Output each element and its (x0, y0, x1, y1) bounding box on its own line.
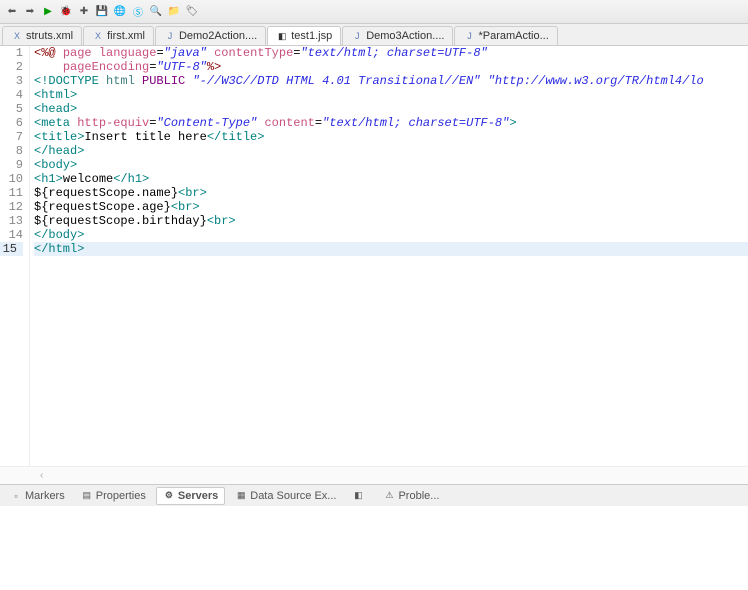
folder-icon[interactable]: 📁 (166, 4, 182, 20)
line-number: 3 (0, 74, 23, 88)
code-line[interactable]: pageEncoding="UTF-8"%> (34, 60, 748, 74)
panel-icon: ▫ (10, 490, 22, 502)
line-number: 11 (0, 186, 23, 200)
file-icon: ◧ (276, 30, 288, 42)
tab-label: *ParamActio... (478, 30, 548, 42)
panel-label: Servers (178, 490, 218, 502)
code-line[interactable]: </body> (34, 228, 748, 242)
editor-tab-1[interactable]: Xfirst.xml (83, 26, 154, 45)
code-line[interactable]: <title>Insert title here</title> (34, 130, 748, 144)
bottom-tab-2[interactable]: ⚙Servers (156, 487, 225, 505)
line-number: 14 (0, 228, 23, 242)
new-icon[interactable]: ✚ (76, 4, 92, 20)
panel-icon: ◧ (352, 490, 364, 502)
code-line[interactable]: ${requestScope.birthday}<br> (34, 214, 748, 228)
file-icon: J (164, 30, 176, 42)
bottom-tab-4[interactable]: ◧ (346, 488, 373, 504)
bottom-panel-tabs: ▫Markers▤Properties⚙Servers▦Data Source … (0, 484, 748, 506)
line-number: 1 (0, 46, 23, 60)
skype-icon[interactable]: Ⓢ (130, 4, 146, 20)
scroll-left-icon[interactable]: ‹ (40, 470, 43, 481)
line-number: 12 (0, 200, 23, 214)
panel-label: Markers (25, 490, 65, 502)
panel-label: Proble... (398, 490, 439, 502)
panel-icon: ⚙ (163, 490, 175, 502)
panel-icon: ▦ (235, 490, 247, 502)
editor-tab-2[interactable]: JDemo2Action.... (155, 26, 266, 45)
bottom-tab-5[interactable]: ⚠Proble... (377, 488, 445, 504)
tab-label: test1.jsp (291, 30, 332, 42)
line-number: 8 (0, 144, 23, 158)
code-line[interactable]: ${requestScope.age}<br> (34, 200, 748, 214)
panel-icon: ▤ (81, 490, 93, 502)
code-line[interactable]: <meta http-equiv="Content-Type" content=… (34, 116, 748, 130)
line-number: 6 (0, 116, 23, 130)
line-number: 10 (0, 172, 23, 186)
code-line[interactable]: ${requestScope.name}<br> (34, 186, 748, 200)
file-icon: J (351, 30, 363, 42)
tab-label: first.xml (107, 30, 145, 42)
code-line[interactable]: <head> (34, 102, 748, 116)
code-area[interactable]: <%@ page language="java" contentType="te… (30, 46, 748, 466)
tab-label: Demo3Action.... (366, 30, 444, 42)
code-line[interactable]: </html> (34, 242, 748, 256)
editor-tab-4[interactable]: JDemo3Action.... (342, 26, 453, 45)
forward-icon[interactable]: ➡ (22, 4, 38, 20)
line-number: 4 (0, 88, 23, 102)
tag-icon[interactable]: 🏷 (184, 4, 200, 20)
line-number: 9 (0, 158, 23, 172)
globe-icon[interactable]: 🌐 (112, 4, 128, 20)
line-number: 7 (0, 130, 23, 144)
run-icon[interactable]: ▶ (40, 4, 56, 20)
line-number: 15 (0, 242, 23, 256)
panel-label: Data Source Ex... (250, 490, 336, 502)
code-line[interactable]: <%@ page language="java" contentType="te… (34, 46, 748, 60)
code-editor[interactable]: 123456789101112131415 <%@ page language=… (0, 46, 748, 466)
file-icon: J (463, 30, 475, 42)
line-gutter: 123456789101112131415 (0, 46, 30, 466)
main-toolbar: ⬅ ➡ ▶ 🐞 ✚ 💾 🌐 Ⓢ 🔍 📁 🏷 (0, 0, 748, 24)
tab-label: struts.xml (26, 30, 73, 42)
line-number: 2 (0, 60, 23, 74)
editor-tabs: Xstruts.xmlXfirst.xmlJDemo2Action....◧te… (0, 24, 748, 46)
debug-icon[interactable]: 🐞 (58, 4, 74, 20)
horizontal-scroll[interactable]: ‹ (0, 466, 748, 484)
file-icon: X (11, 30, 23, 42)
panel-label: Properties (96, 490, 146, 502)
search-icon[interactable]: 🔍 (148, 4, 164, 20)
editor-tab-3[interactable]: ◧test1.jsp (267, 26, 341, 45)
file-icon: X (92, 30, 104, 42)
code-line[interactable]: </head> (34, 144, 748, 158)
code-line[interactable]: <!DOCTYPE html PUBLIC "-//W3C//DTD HTML … (34, 74, 748, 88)
line-number: 13 (0, 214, 23, 228)
line-number: 5 (0, 102, 23, 116)
code-line[interactable]: <body> (34, 158, 748, 172)
editor-tab-0[interactable]: Xstruts.xml (2, 26, 82, 45)
code-line[interactable]: <h1>welcome</h1> (34, 172, 748, 186)
back-icon[interactable]: ⬅ (4, 4, 20, 20)
tab-label: Demo2Action.... (179, 30, 257, 42)
editor-tab-5[interactable]: J*ParamActio... (454, 26, 557, 45)
code-line[interactable]: <html> (34, 88, 748, 102)
panel-icon: ⚠ (383, 490, 395, 502)
bottom-tab-0[interactable]: ▫Markers (4, 488, 71, 504)
save-icon[interactable]: 💾 (94, 4, 110, 20)
bottom-tab-1[interactable]: ▤Properties (75, 488, 152, 504)
bottom-tab-3[interactable]: ▦Data Source Ex... (229, 488, 342, 504)
